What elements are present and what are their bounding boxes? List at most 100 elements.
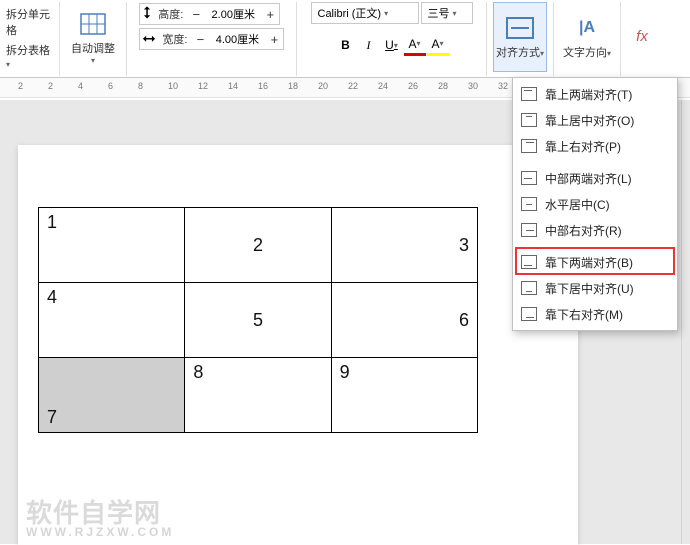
ruler-tick: 2 (48, 81, 53, 91)
underline-button[interactable]: U▾ (381, 34, 403, 56)
align-option-icon (521, 255, 537, 269)
ruler-tick: 18 (288, 81, 298, 91)
ruler-tick: 30 (468, 81, 478, 91)
table-cell[interactable]: 7 (39, 358, 185, 433)
align-option-label: 靠下居中对齐(U) (545, 280, 634, 297)
rgroup-font: Calibri (正文)▾ 三号▾ B I U▾ A▾ A▾ . (297, 2, 487, 76)
table-cell[interactable]: 2 (185, 208, 331, 283)
ruler-tick: 6 (108, 81, 113, 91)
align-menu-item[interactable]: 中部右对齐(R) (513, 217, 677, 243)
ruler-tick: 10 (168, 81, 178, 91)
height-icon: ⭥ (140, 5, 155, 23)
align-option-icon (521, 171, 537, 185)
ruler-tick: 22 (348, 81, 358, 91)
height-decrease[interactable]: − (187, 4, 205, 24)
align-option-label: 中部两端对齐(L) (545, 170, 632, 187)
rgroup-size: ⭥ 高度: − 2.00厘米 + ⭤ 宽度: − 4.00厘米 + . (127, 2, 297, 76)
height-label: 高度: (154, 6, 187, 22)
align-option-label: 靠下两端对齐(B) (545, 254, 633, 271)
ruler-tick: 20 (318, 81, 328, 91)
split-cells-label[interactable]: 拆分单元格 (6, 6, 53, 38)
split-table-label[interactable]: 拆分表格 ▾ (6, 42, 53, 70)
ruler-tick: 12 (198, 81, 208, 91)
width-decrease[interactable]: − (191, 29, 209, 49)
ruler-tick: 8 (138, 81, 143, 91)
alignment-menu: 靠上两端对齐(T) 靠上居中对齐(O) 靠上右对齐(P) 中部两端对齐(L) 水平居中(… (512, 77, 678, 331)
table-row: 789 (39, 358, 478, 433)
table-cell[interactable]: 1 (39, 208, 185, 283)
align-option-icon (521, 223, 537, 237)
alignment-button[interactable]: 对齐方式▾ (493, 2, 547, 72)
ruler-tick: 4 (78, 81, 83, 91)
auto-adjust-button[interactable]: 自动调整 ▾ (66, 2, 120, 72)
table-cell[interactable]: 9 (331, 358, 477, 433)
align-option-label: 中部右对齐(R) (545, 222, 622, 239)
ribbon: 拆分单元格 拆分表格 ▾ . 自动调整 ▾ ⭥ 高度: − 2.00厘米 + ⭤… (0, 0, 690, 78)
height-increase[interactable]: + (261, 4, 279, 24)
align-option-label: 靠下右对齐(M) (545, 306, 623, 323)
align-menu-item[interactable]: 靠下右对齐(M) (513, 301, 677, 327)
ruler-tick: 32 (498, 81, 508, 91)
width-increase[interactable]: + (265, 29, 283, 49)
scrollbar-area (681, 100, 682, 544)
rgroup-textdir: |A 文字方向▾ (554, 2, 621, 76)
width-icon: ⭤ (140, 30, 159, 48)
align-option-icon (521, 281, 537, 295)
alignment-icon (506, 14, 534, 42)
align-option-label: 靠上居中对齐(O) (545, 112, 634, 129)
page: 123456789 (18, 145, 578, 545)
align-menu-item[interactable]: 靠下居中对齐(U) (513, 275, 677, 301)
table-cell[interactable]: 8 (185, 358, 331, 433)
font-name-select[interactable]: Calibri (正文)▾ (311, 2, 419, 24)
col-width-spinner[interactable]: ⭤ 宽度: − 4.00厘米 + (139, 28, 285, 50)
table-cell[interactable]: 6 (331, 283, 477, 358)
align-option-icon (521, 307, 537, 321)
align-menu-item[interactable]: 靠上居中对齐(O) (513, 107, 677, 133)
ruler-tick: 16 (258, 81, 268, 91)
data-table[interactable]: 123456789 (38, 207, 478, 433)
ruler-tick: 26 (408, 81, 418, 91)
font-size-select[interactable]: 三号▾ (421, 2, 473, 24)
italic-button[interactable]: I (358, 34, 380, 56)
ruler-tick: 28 (438, 81, 448, 91)
ruler-tick: 24 (378, 81, 388, 91)
text-direction-icon: |A (573, 14, 601, 42)
table-cell[interactable]: 4 (39, 283, 185, 358)
ruler-tick: 2 (18, 81, 23, 91)
align-menu-item[interactable]: 靠上两端对齐(T) (513, 81, 677, 107)
text-direction-button[interactable]: |A 文字方向▾ (560, 2, 614, 72)
fx-icon: fx (628, 22, 656, 50)
height-value[interactable]: 2.00厘米 (205, 6, 261, 22)
align-option-icon (521, 113, 537, 127)
table-row: 456 (39, 283, 478, 358)
auto-adjust-icon (79, 10, 107, 38)
font-color-button[interactable]: A▾ (404, 34, 426, 56)
align-option-icon (521, 197, 537, 211)
chevron-down-icon: ▾ (6, 60, 10, 69)
ruler-tick: 14 (228, 81, 238, 91)
align-option-icon (521, 139, 537, 153)
align-menu-item[interactable]: 靠上右对齐(P) (513, 133, 677, 159)
table-cell[interactable]: 5 (185, 283, 331, 358)
table-cell[interactable]: 3 (331, 208, 477, 283)
align-option-icon (521, 87, 537, 101)
align-menu-item[interactable]: 水平居中(C) (513, 191, 677, 217)
align-menu-item[interactable]: 靠下两端对齐(B) (513, 249, 677, 275)
highlight-button[interactable]: A▾ (427, 34, 449, 56)
width-label: 宽度: (158, 31, 191, 47)
align-option-label: 靠上两端对齐(T) (545, 86, 632, 103)
bold-button[interactable]: B (335, 34, 357, 56)
table-row: 123 (39, 208, 478, 283)
chevron-down-icon: ▾ (453, 9, 457, 18)
chevron-down-icon: ▾ (91, 56, 95, 65)
align-menu-item[interactable]: 中部两端对齐(L) (513, 165, 677, 191)
chevron-down-icon: ▾ (384, 9, 388, 18)
chevron-down-icon: ▾ (607, 49, 611, 58)
rgroup-split: 拆分单元格 拆分表格 ▾ . (0, 2, 60, 76)
width-value[interactable]: 4.00厘米 (209, 31, 265, 47)
rgroup-alignment: 对齐方式▾ (487, 2, 554, 76)
row-height-spinner[interactable]: ⭥ 高度: − 2.00厘米 + (139, 3, 281, 25)
chevron-down-icon: ▾ (540, 49, 544, 58)
fx-button[interactable]: fx (627, 2, 657, 72)
align-option-label: 水平居中(C) (545, 196, 610, 213)
